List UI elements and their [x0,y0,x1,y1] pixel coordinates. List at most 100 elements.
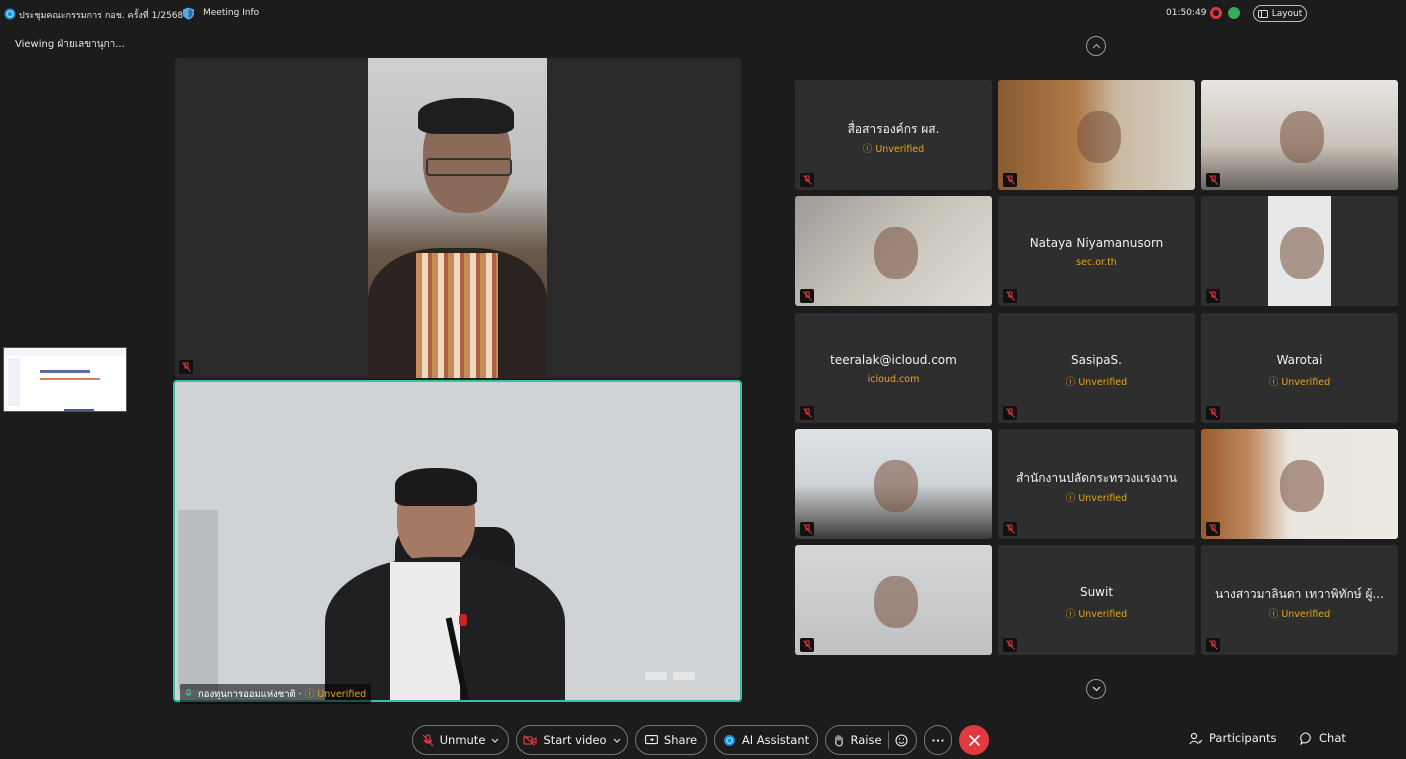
participant-tile[interactable]: Warotai ⓘ Unverified [1201,313,1398,423]
unverified-icon: ⓘ [862,144,876,155]
raise-hand-button[interactable]: Raise [825,725,917,755]
participant-tile[interactable]: teeralak@icloud.com icloud.com [795,313,992,423]
participant-tile[interactable] [1201,429,1398,539]
muted-icon [800,173,814,187]
connection-status-icon[interactable] [1228,7,1240,19]
more-icon [932,738,944,742]
chevron-down-icon [1092,686,1100,692]
muted-icon [1206,638,1220,652]
meeting-timer: 01:50:49 [1166,8,1207,18]
unverified-icon: ⓘ [304,689,315,700]
participant-status: ⓘ Unverified [998,490,1195,504]
chevron-up-icon [1092,43,1100,49]
muted-icon [800,289,814,303]
participant-status: ⓘ Unverified [1201,374,1398,388]
unverified-icon: ⓘ [1065,493,1079,504]
participant-name: สำนักงานปลัดกระทรวงแรงงาน [1015,471,1178,485]
meeting-info-link[interactable]: Meeting Info [203,8,259,18]
participant-tile[interactable]: นางสาวมาลินดา เทวาพิทักษ์ ผู้... ⓘ Unveri… [1201,545,1398,655]
participant-video [1279,110,1324,163]
share-button[interactable]: Share [635,725,707,755]
participant-tile[interactable] [1201,80,1398,190]
muted-icon [1206,406,1220,420]
participant-tile[interactable] [795,545,992,655]
unverified-icon: ⓘ [1268,377,1282,388]
leave-meeting-button[interactable] [959,725,989,755]
top-bar: ประชุมคณะกรรมการ กอช. ครั้งที่ 1/2568 Me… [0,0,1406,28]
layout-button[interactable]: Layout [1253,5,1307,22]
participants-label: Participants [1209,731,1277,745]
participant-name: teeralak@icloud.com [830,353,957,367]
muted-icon [1003,406,1017,420]
chat-label: Chat [1319,731,1346,745]
participants-button[interactable]: Participants [1189,731,1277,745]
chevron-down-icon[interactable] [613,738,621,743]
video-off-icon [523,734,538,746]
chat-button[interactable]: Chat [1300,731,1346,745]
participant-sub-label: Unverified [1078,609,1128,620]
raise-label: Raise [850,733,882,747]
ai-assistant-button[interactable]: AI Assistant [714,725,818,755]
muted-icon [800,638,814,652]
chat-icon [1300,731,1311,745]
participant-sub-label: Unverified [875,144,925,155]
layout-label: Layout [1271,8,1303,19]
participants-icon [1189,732,1203,744]
muted-icon [1003,522,1017,536]
self-status: Unverified [317,689,367,700]
video-tile-active-speaker[interactable] [175,58,741,378]
participant-name: นางสาวมาลินดา เทวาพิทักษ์ ผู้... [1215,587,1384,601]
chevron-down-icon[interactable] [491,738,499,743]
unverified-icon: ⓘ [1065,377,1079,388]
participant-video [1279,226,1324,279]
participant-status: ⓘ Unverified [998,606,1195,620]
unmute-button[interactable]: Unmute [412,725,509,755]
participant-video [1279,459,1324,512]
muted-icon [1003,173,1017,187]
participant-status: ⓘ Unverified [998,374,1195,388]
participant-name: สื่อสารองค์กร ผส. [847,122,940,136]
participant-tile[interactable] [998,80,1195,190]
ai-assistant-label: AI Assistant [741,733,810,747]
participant-domain: sec.or.th [998,257,1195,268]
participant-domain: icloud.com [795,374,992,385]
scroll-down-button[interactable] [1086,679,1106,699]
muted-icon [1206,289,1220,303]
close-icon [968,734,980,746]
reaction-icon[interactable] [894,733,908,747]
participant-sub-label: sec.or.th [1076,257,1117,268]
participant-tile[interactable]: SasipaS. ⓘ Unverified [998,313,1195,423]
participant-tile[interactable]: สำนักงานปลัดกระทรวงแรงงาน ⓘ Unverified [998,429,1195,539]
share-label: Share [663,733,698,747]
ai-assistant-icon [723,734,735,746]
microphone-muted-icon [422,733,434,746]
shared-screen-thumbnail[interactable] [3,347,127,412]
hand-icon [835,734,844,747]
unmute-label: Unmute [439,733,486,747]
participant-video [1076,110,1121,163]
participant-tile[interactable]: สื่อสารองค์กร ผส. ⓘ Unverified [795,80,992,190]
participant-tile[interactable]: Nataya Niyamanusorn sec.or.th [998,196,1195,306]
muted-icon [179,360,193,374]
unverified-icon: ⓘ [1268,609,1282,620]
participant-sub-label: Unverified [1281,609,1331,620]
participant-status: ⓘ Unverified [795,141,992,155]
participant-video [873,226,918,279]
participant-tile[interactable] [1201,196,1398,306]
participant-tile[interactable] [795,429,992,539]
meeting-title: ประชุมคณะกรรมการ กอช. ครั้งที่ 1/2568 [19,11,184,21]
participant-tile[interactable]: Suwit ⓘ Unverified [998,545,1195,655]
microphone-icon [185,689,192,696]
start-video-button[interactable]: Start video [516,725,628,755]
scroll-up-button[interactable] [1086,36,1106,56]
layout-icon [1257,9,1268,18]
recording-icon[interactable] [1210,7,1222,19]
participant-sub-label: Unverified [1078,493,1128,504]
participant-name: Suwit [1079,585,1114,599]
participant-tile[interactable] [795,196,992,306]
shield-icon[interactable] [182,7,195,20]
video-tile-self[interactable] [173,380,742,702]
more-options-button[interactable] [924,725,952,755]
muted-icon [1003,289,1017,303]
participant-video [873,575,918,628]
